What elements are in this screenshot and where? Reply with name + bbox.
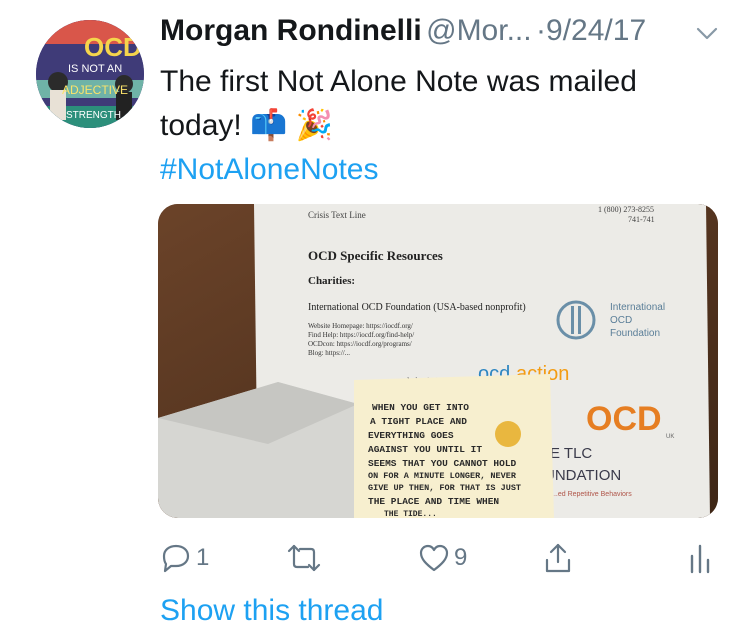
retweet-icon <box>287 544 321 572</box>
reply-icon <box>162 544 190 573</box>
logo-ocduk-sub: UK <box>666 434 674 440</box>
note-line-1: WHEN YOU GET INTO <box>372 402 469 413</box>
note-line-2: A TIGHT PLACE AND <box>370 416 467 427</box>
doc-link-1: Website Homepage: https://iocdf.org/ <box>308 322 413 330</box>
logo-iocdf-2: OCD <box>610 315 632 326</box>
doc-text-number: 741-741 <box>628 215 655 224</box>
doc-heading: OCD Specific Resources <box>308 248 443 263</box>
analytics-icon <box>690 544 710 574</box>
like-button[interactable]: 9 <box>418 538 467 578</box>
avatar-text-line2: IS NOT AN <box>68 63 122 75</box>
doc-subheading: Charities: <box>308 275 355 287</box>
avatar-text-line4: STRENGTH <box>66 110 121 121</box>
reply-button[interactable]: 1 <box>160 538 209 578</box>
avatar[interactable]: OCD IS NOT AN ADJECTIVE STRENGTH <box>36 20 144 128</box>
separator-dot: · <box>536 14 547 47</box>
like-count: 9 <box>454 544 468 571</box>
doc-iocdf: International OCD Foundation (USA-based … <box>308 302 526 313</box>
doc-link-2: Find Help: https://iocdf.org/find-help/ <box>308 331 414 339</box>
tweet-date[interactable]: 9/24/17 <box>546 14 646 47</box>
note-line-9: THE TIDE... <box>384 510 437 518</box>
reply-count: 1 <box>196 544 210 571</box>
avatar-image: OCD IS NOT AN ADJECTIVE STRENGTH <box>36 20 144 128</box>
logo-tlc-sub: ...ed Repetitive Behaviors <box>552 491 632 498</box>
logo-iocdf-1: International <box>610 302 665 313</box>
doc-link-4: Blog: https://... <box>308 349 350 357</box>
tweet-photo[interactable]: Crisis Text Line 1 (800) 273-8255 741-74… <box>158 204 718 518</box>
note-line-8: THE PLACE AND TIME WHEN <box>368 496 499 507</box>
logo-iocdf-3: Foundation <box>610 328 660 339</box>
share-button[interactable] <box>544 538 572 578</box>
note-line-5: SEEMS THAT YOU CANNOT HOLD <box>368 458 517 469</box>
logo-ocduk: OCD <box>586 400 662 438</box>
like-icon <box>419 544 449 572</box>
retweet-button[interactable] <box>286 538 326 578</box>
logo-tlc-2: UNDATION <box>544 467 621 484</box>
avatar-text-ocd: OCD <box>84 32 142 62</box>
avatar-text-line3: ADJECTIVE <box>62 83 128 97</box>
doc-link-3: OCDcon: https://iocdf.org/programs/ <box>308 340 412 348</box>
share-icon <box>545 543 571 573</box>
note-line-6: ON FOR A MINUTE LONGER, NEVER <box>368 471 517 481</box>
logo-tlc-1: E TLC <box>550 445 592 462</box>
note-line-3: EVERYTHING GOES <box>368 430 454 441</box>
photo-image: Crisis Text Line 1 (800) 273-8255 741-74… <box>158 204 718 518</box>
author-name[interactable]: Morgan Rondinelli <box>160 14 422 47</box>
tweet-text: The first Not Alone Note was mailed toda… <box>160 60 720 192</box>
tweet-header: Morgan Rondinelli @Mor... ·9/24/17 <box>160 14 720 54</box>
hashtag-link[interactable]: #NotAloneNotes <box>160 148 720 192</box>
analytics-button[interactable] <box>688 538 712 578</box>
chevron-down-icon[interactable] <box>696 26 718 42</box>
show-thread-link[interactable]: Show this thread <box>160 594 383 628</box>
note-line-7: GIVE UP THEN, FOR THAT IS JUST <box>368 483 521 493</box>
tweet-body: The first Not Alone Note was mailed toda… <box>160 65 637 142</box>
doc-phone: 1 (800) 273-8255 <box>598 205 654 214</box>
action-bar: 1 9 <box>160 538 720 578</box>
doc-crisis-line: Crisis Text Line <box>308 210 366 220</box>
note-line-4: AGAINST YOU UNTIL IT <box>368 444 482 455</box>
author-handle[interactable]: @Mor... <box>426 14 531 47</box>
